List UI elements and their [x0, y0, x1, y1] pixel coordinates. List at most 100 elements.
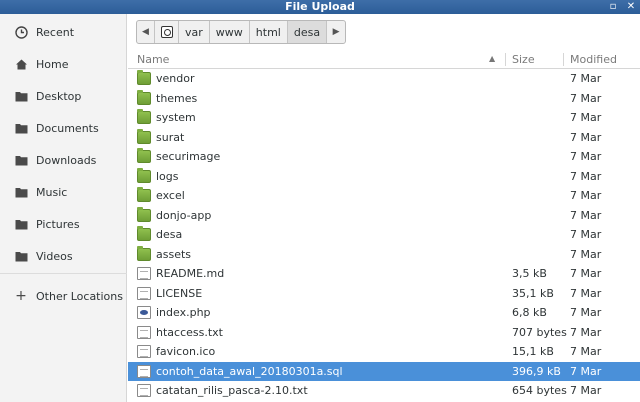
file-modified: 7 Mar [570, 384, 602, 397]
path-forward-button[interactable]: ▶ [327, 21, 345, 43]
folder-icon [137, 70, 151, 85]
sidebar-item-downloads[interactable]: Downloads [0, 147, 127, 173]
folder-icon [137, 167, 151, 183]
folder-icon [137, 89, 151, 105]
file-modified: 7 Mar [570, 208, 602, 222]
path-segment-var[interactable]: var [179, 21, 210, 43]
column-modified[interactable]: Modified [570, 50, 640, 69]
sidebar-item-label: Home [36, 57, 69, 71]
file-modified: 7 Mar [570, 345, 602, 358]
column-size[interactable]: Size [512, 50, 562, 69]
folder-icon [14, 89, 28, 103]
sidebar-item-label: Videos [36, 249, 73, 263]
file-modified: 7 Mar [570, 189, 602, 202]
file-name: assets [156, 247, 192, 261]
file-name: vendor [156, 72, 195, 85]
folder-icon [14, 185, 28, 199]
file-row[interactable]: surat 7 Mar [128, 128, 640, 148]
file-name: logs [156, 169, 179, 183]
file-row[interactable]: logs 7 Mar [128, 167, 640, 187]
folder-icon [137, 245, 151, 261]
file-row[interactable]: securimage 7 Mar [128, 147, 640, 167]
clock-icon [14, 25, 28, 39]
sidebar-item-label: Music [36, 185, 68, 199]
text-file-icon [137, 384, 151, 397]
folder-icon [137, 128, 151, 144]
file-modified: 7 Mar [570, 306, 602, 319]
file-row[interactable]: favicon.ico 15,1 kB 7 Mar [128, 342, 640, 362]
window-title: File Upload [285, 0, 355, 13]
sidebar-item-other-locations[interactable]: + Other Locations [0, 283, 127, 309]
sidebar-item-music[interactable]: Music [0, 179, 127, 205]
sidebar-item-label: Desktop [36, 89, 82, 103]
close-button[interactable]: ✕ [624, 0, 638, 14]
file-row[interactable]: README.md 3,5 kB 7 Mar [128, 264, 640, 284]
sidebar-item-label: Downloads [36, 153, 97, 167]
file-size: 35,1 kB [512, 286, 554, 300]
path-segment-www[interactable]: www [210, 21, 250, 43]
text-file-icon [137, 267, 151, 280]
path-root-button[interactable] [155, 21, 179, 43]
file-name: system [156, 111, 196, 124]
restore-button[interactable]: ▫ [606, 0, 620, 14]
file-row[interactable]: desa 7 Mar [128, 225, 640, 245]
sidebar-item-home[interactable]: Home [0, 51, 127, 77]
file-row[interactable]: index.php 6,8 kB 7 Mar [128, 303, 640, 323]
sidebar-item-label: Documents [36, 121, 99, 135]
sidebar-item-recent[interactable]: Recent [0, 19, 127, 45]
file-row[interactable]: catatan_rilis_pasca-2.10.txt 654 bytes 7 M… [128, 381, 640, 401]
sidebar-item-documents[interactable]: Documents [0, 115, 127, 141]
sidebar-item-desktop[interactable]: Desktop [0, 83, 127, 109]
sidebar-item-label: Recent [36, 25, 75, 39]
file-row[interactable]: htaccess.txt 707 bytes 7 Mar [128, 323, 640, 343]
folder-icon [14, 153, 28, 167]
file-modified: 7 Mar [570, 228, 602, 241]
places-sidebar: Recent Home Desktop Documents Downloads … [0, 14, 127, 402]
sidebar-item-label: Pictures [36, 217, 80, 231]
file-modified: 7 Mar [570, 325, 602, 339]
file-row[interactable]: system 7 Mar [128, 108, 640, 128]
file-row[interactable]: themes 7 Mar [128, 89, 640, 109]
path-bar: ◀ var www html desa ▶ [136, 20, 347, 44]
file-name: contoh_data_awal_20180301a.sql [156, 364, 343, 378]
file-name: desa [156, 228, 183, 241]
file-row[interactable]: donjo-app 7 Mar [128, 206, 640, 226]
file-name: favicon.ico [156, 345, 216, 358]
file-modified: 7 Mar [570, 169, 602, 183]
file-modified: 7 Mar [570, 72, 602, 85]
column-name[interactable]: Name [137, 50, 497, 69]
sidebar-separator [0, 273, 127, 274]
file-row[interactable]: contoh_data_awal_20180301a.sql 396,9 kB 7 … [128, 361, 640, 381]
php-file-icon [137, 306, 151, 319]
column-header: Name ▲ Size Modified [128, 50, 640, 69]
sidebar-item-pictures[interactable]: Pictures [0, 211, 127, 237]
file-name: themes [156, 91, 198, 105]
file-row[interactable]: LICENSE 35,1 kB 7 Mar [128, 284, 640, 304]
title-bar: File Upload ▫ ✕ [0, 0, 640, 14]
file-row[interactable]: assets 7 Mar [128, 245, 640, 265]
sidebar-item-label: Other Locations [36, 289, 123, 303]
file-size: 707 bytes [512, 325, 567, 339]
folder-icon [137, 206, 151, 222]
file-modified: 7 Mar [570, 286, 602, 300]
file-list: Name ▲ Size Modified vendor 7 Mar themes 7 … [128, 50, 640, 402]
file-row[interactable]: vendor 7 Mar [128, 69, 640, 89]
home-icon [14, 57, 28, 71]
file-row[interactable]: excel 7 Mar [128, 186, 640, 206]
file-modified: 7 Mar [570, 364, 602, 378]
folder-icon [14, 121, 28, 135]
file-modified: 7 Mar [570, 247, 602, 261]
file-name: surat [156, 130, 185, 144]
text-file-icon [137, 345, 151, 358]
column-divider [505, 53, 506, 66]
path-segment-html[interactable]: html [250, 21, 288, 43]
path-back-button[interactable]: ◀ [137, 21, 155, 43]
file-name: htaccess.txt [156, 325, 223, 339]
sidebar-item-videos[interactable]: Videos [0, 243, 127, 269]
sort-ascending-icon: ▲ [489, 54, 496, 63]
file-modified: 7 Mar [570, 150, 602, 163]
file-modified: 7 Mar [570, 130, 602, 144]
file-modified: 7 Mar [570, 267, 602, 280]
text-file-icon [137, 286, 151, 300]
path-segment-desa[interactable]: desa [287, 21, 328, 43]
